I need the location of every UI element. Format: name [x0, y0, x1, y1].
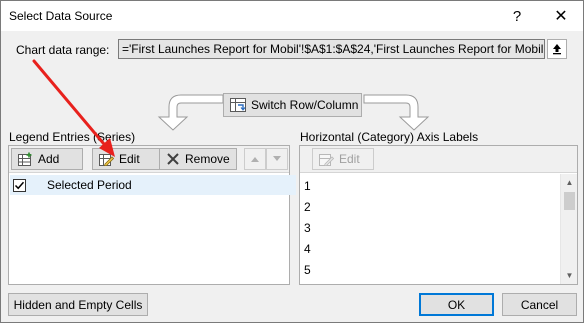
axis-labels-label: Horizontal (Category) Axis Labels — [300, 130, 479, 144]
switch-right-curve-arrow — [363, 94, 430, 131]
legend-entries-label: Legend Entries (Series) — [9, 130, 136, 144]
select-data-source-dialog: Select Data Source ? ✕ Chart data range:… — [0, 0, 584, 323]
switch-left-curve-arrow — [157, 94, 224, 131]
move-up-icon — [251, 157, 259, 162]
help-icon: ? — [512, 7, 522, 25]
add-series-label: Add — [38, 152, 60, 166]
edit-axis-label: Edit — [339, 152, 360, 166]
edit-series-label: Edit — [119, 152, 140, 166]
dialog-title: Select Data Source — [9, 9, 113, 23]
cancel-label: Cancel — [520, 297, 559, 312]
axis-toolbar: Edit — [300, 146, 577, 173]
axis-list-item[interactable]: 5 — [304, 263, 311, 277]
axis-list-item[interactable]: 1 — [304, 179, 311, 193]
remove-series-label: Remove — [185, 152, 230, 166]
switch-row-column-label: Switch Row/Column — [251, 98, 359, 112]
close-button[interactable]: ✕ — [541, 1, 581, 31]
legend-toolbar: Add Edit Remove — [9, 146, 289, 173]
edit-series-icon — [99, 154, 114, 166]
switch-row-column-button[interactable]: Switch Row/Column — [223, 93, 362, 117]
legend-entries-panel: Add Edit Remove Selected Period — [8, 145, 296, 285]
hidden-empty-cells-button[interactable]: Hidden and Empty Cells — [8, 293, 148, 316]
add-series-icon — [18, 152, 32, 166]
edit-series-button[interactable]: Edit — [92, 148, 164, 170]
series-list-item[interactable]: Selected Period — [10, 175, 296, 195]
axis-list-item[interactable]: 3 — [304, 221, 311, 235]
edit-axis-icon — [319, 154, 334, 166]
cancel-button[interactable]: Cancel — [502, 293, 577, 316]
axis-list-item[interactable]: 2 — [304, 200, 311, 214]
collapse-dialog-icon — [553, 44, 561, 55]
axis-list-scrollbar[interactable]: ▲ ▼ — [560, 174, 577, 284]
ok-button[interactable]: OK — [419, 293, 494, 316]
switch-row-column-icon — [230, 98, 246, 112]
remove-series-icon — [167, 153, 179, 165]
remove-series-button[interactable]: Remove — [159, 148, 237, 170]
move-down-icon — [273, 156, 281, 161]
close-icon: ✕ — [554, 8, 568, 25]
series-checkbox[interactable] — [13, 178, 26, 192]
help-button[interactable]: ? — [497, 1, 537, 31]
title-bar: Select Data Source ? ✕ — [1, 1, 583, 31]
ok-label: OK — [447, 297, 466, 312]
scroll-down-arrow-icon[interactable]: ▼ — [561, 267, 578, 284]
edit-axis-button[interactable]: Edit — [312, 148, 374, 170]
move-series-up-button[interactable] — [244, 148, 266, 170]
axis-list-item[interactable]: 4 — [304, 242, 311, 256]
move-series-down-button[interactable] — [266, 148, 288, 170]
chart-data-range-input[interactable]: ='First Launches Report for Mobil'!$A$1:… — [118, 39, 545, 59]
scroll-up-arrow-icon[interactable]: ▲ — [561, 174, 578, 191]
collapse-dialog-button[interactable] — [547, 39, 567, 59]
series-name: Selected Period — [47, 178, 132, 192]
hidden-empty-cells-label: Hidden and Empty Cells — [13, 297, 143, 312]
axis-labels-panel: Edit 1 2 3 4 5 ▲ ▼ — [299, 145, 578, 285]
chart-data-range-label: Chart data range: — [16, 43, 110, 57]
add-series-button[interactable]: Add — [11, 148, 83, 170]
scrollbar-thumb[interactable] — [564, 192, 575, 210]
checkbox-checked-icon — [14, 181, 25, 189]
